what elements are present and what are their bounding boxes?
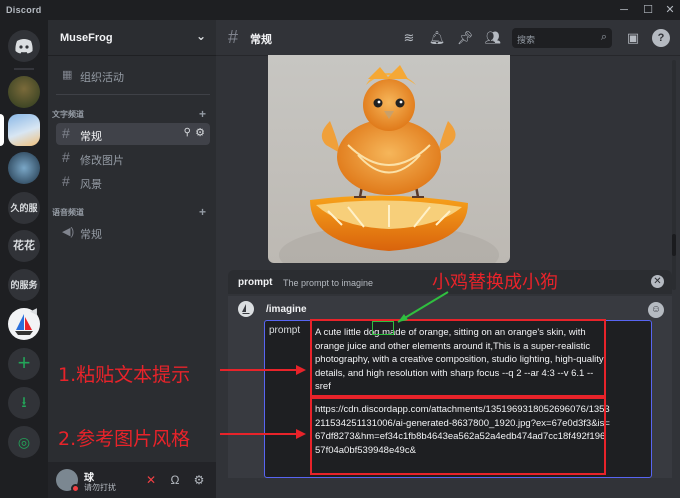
annotation-arrows [220, 291, 449, 439]
green-arrowhead [398, 314, 408, 322]
red-arrowhead-2 [296, 429, 306, 439]
red-arrowhead-1 [296, 365, 306, 375]
